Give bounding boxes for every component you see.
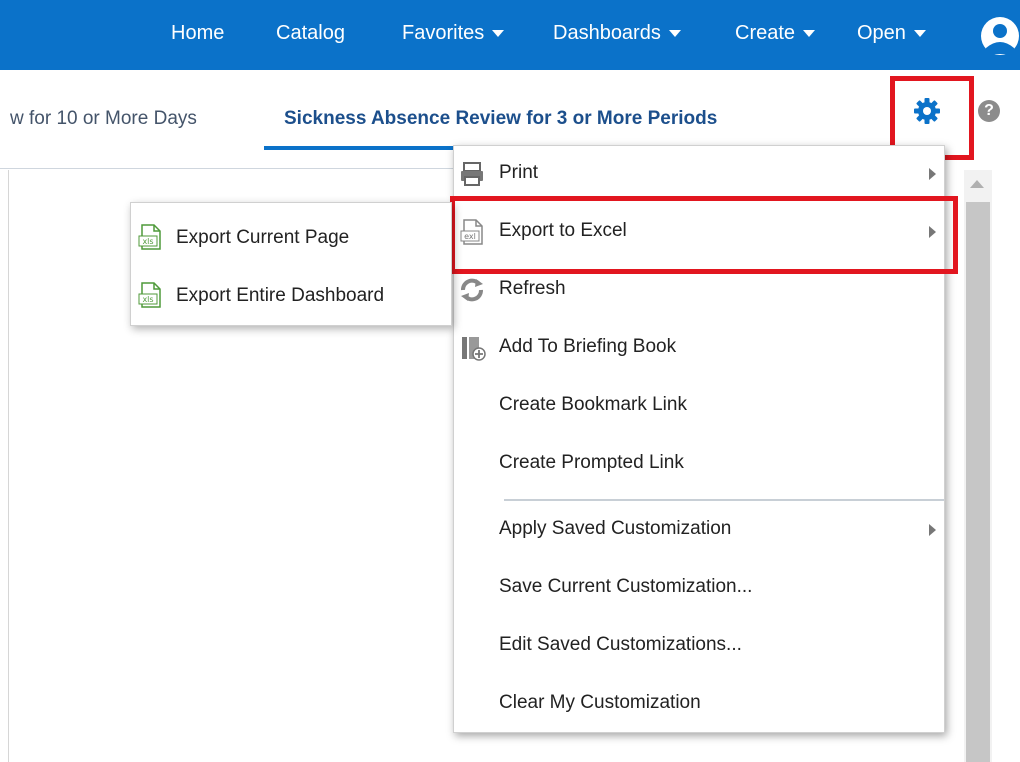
- nav-catalog[interactable]: Catalog: [276, 22, 345, 45]
- menu-item-create-prompted-link[interactable]: Create Prompted Link: [454, 436, 944, 494]
- submenu-item-export-current-page[interactable]: xls Export Current Page: [131, 207, 451, 265]
- svg-text:xls: xls: [142, 237, 153, 246]
- xls-file-icon: xls: [138, 224, 161, 250]
- menu-item-clear-my-customization[interactable]: Clear My Customization: [454, 676, 944, 734]
- nav-favorites-label: Favorites: [402, 22, 485, 44]
- submenu-arrow-icon: [929, 524, 936, 536]
- user-avatar-icon[interactable]: [978, 14, 1020, 58]
- export-highlight-box: [450, 196, 958, 274]
- top-nav-bar: Home Catalog Favorites Dashboards Create…: [0, 0, 1020, 70]
- menu-item-label: Edit Saved Customizations...: [499, 634, 742, 655]
- refresh-icon: [461, 278, 483, 302]
- menu-item-edit-saved-customizations[interactable]: Edit Saved Customizations...: [454, 618, 944, 676]
- content-border: [8, 170, 9, 762]
- scroll-up-arrow-icon[interactable]: [970, 180, 984, 188]
- chevron-down-icon: [803, 30, 816, 38]
- submenu-item-label: Export Entire Dashboard: [176, 285, 385, 306]
- submenu-arrow-icon: [929, 168, 936, 180]
- submenu-item-label: Export Current Page: [176, 227, 350, 248]
- printer-icon: [461, 162, 483, 186]
- menu-item-add-to-briefing-book[interactable]: Add To Briefing Book: [454, 320, 944, 378]
- nav-open-label: Open: [857, 22, 906, 44]
- menu-item-label: Create Prompted Link: [499, 452, 684, 473]
- menu-item-apply-saved-customization[interactable]: Apply Saved Customization: [454, 502, 944, 560]
- scrollbar-thumb[interactable]: [966, 202, 990, 762]
- menu-item-label: Save Current Customization...: [499, 576, 753, 597]
- menu-item-label: Refresh: [499, 278, 566, 299]
- tab-divider: [0, 168, 456, 169]
- menu-item-label: Print: [499, 162, 539, 183]
- nav-home[interactable]: Home: [171, 22, 224, 45]
- submenu-item-export-entire-dashboard[interactable]: xls Export Entire Dashboard: [131, 265, 451, 323]
- export-submenu: xls Export Current Page xls Export Entir…: [130, 202, 452, 326]
- chevron-down-icon: [668, 30, 681, 38]
- nav-create-label: Create: [735, 22, 796, 44]
- nav-dashboards[interactable]: Dashboards: [553, 22, 681, 45]
- xls-file-icon: xls: [138, 282, 161, 308]
- menu-item-label: Apply Saved Customization: [499, 518, 732, 539]
- menu-item-label: Clear My Customization: [499, 692, 701, 713]
- svg-text:xls: xls: [142, 295, 153, 304]
- help-icon[interactable]: ?: [978, 100, 1000, 122]
- nav-favorites[interactable]: Favorites: [402, 22, 505, 45]
- menu-item-create-bookmark-link[interactable]: Create Bookmark Link: [454, 378, 944, 436]
- menu-item-label: Add To Briefing Book: [499, 336, 677, 357]
- menu-item-save-current-customization[interactable]: Save Current Customization...: [454, 560, 944, 618]
- chevron-down-icon: [913, 30, 926, 38]
- nav-dashboards-label: Dashboards: [553, 22, 661, 44]
- menu-item-label: Create Bookmark Link: [499, 394, 687, 415]
- briefing-book-icon: [462, 337, 486, 361]
- nav-create[interactable]: Create: [735, 22, 816, 45]
- tab-sickness-10-days[interactable]: w for 10 or More Days: [10, 108, 197, 130]
- nav-open[interactable]: Open: [857, 22, 926, 45]
- tab-sickness-3-periods[interactable]: Sickness Absence Review for 3 or More Pe…: [284, 108, 717, 130]
- active-tab-indicator: [264, 146, 456, 150]
- menu-separator: [504, 499, 944, 501]
- chevron-down-icon: [492, 30, 505, 38]
